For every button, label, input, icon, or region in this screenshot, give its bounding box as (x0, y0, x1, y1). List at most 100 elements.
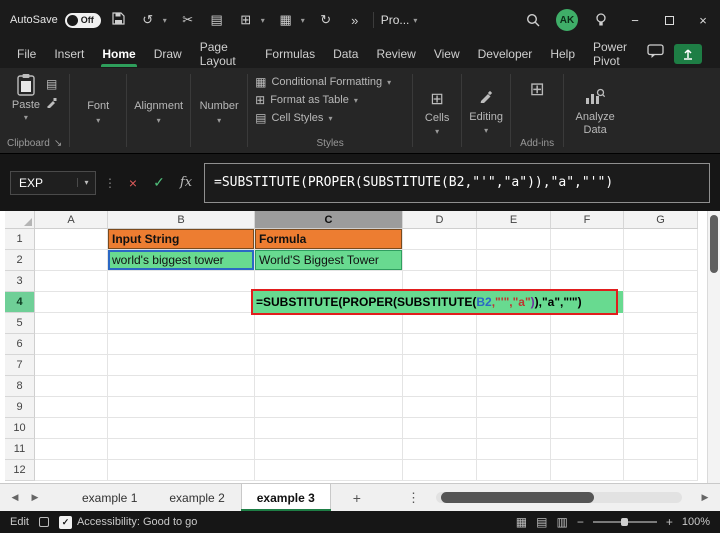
add-sheet-icon[interactable]: + (353, 490, 361, 506)
horizontal-scrollbar[interactable] (436, 492, 682, 503)
row-header-4[interactable]: 4 (5, 292, 35, 313)
cell-G8[interactable] (624, 376, 698, 397)
cell-E8[interactable] (477, 376, 551, 397)
cell-F11[interactable] (551, 439, 624, 460)
formula-bar-handle-icon[interactable]: ⋮ (104, 176, 116, 190)
insert-function-icon[interactable]: fx (176, 175, 196, 190)
page-layout-view-icon[interactable]: ▤ (536, 515, 547, 529)
sheet-tab-example-1[interactable]: example 1 (66, 484, 153, 511)
copy-icon[interactable]: ▤ (46, 77, 57, 91)
avatar[interactable]: AK (556, 9, 578, 31)
cell-B1[interactable]: Input String (108, 229, 255, 250)
save-icon[interactable] (108, 12, 130, 28)
row-header-11[interactable]: 11 (5, 439, 35, 460)
enter-icon[interactable]: ✓ (150, 174, 168, 191)
cell-B6[interactable] (108, 334, 255, 355)
cell-G7[interactable] (624, 355, 698, 376)
cell-D5[interactable] (403, 313, 477, 334)
menu-item-draw[interactable]: Draw (145, 41, 191, 67)
cell-E1[interactable] (477, 229, 551, 250)
cell-F9[interactable] (551, 397, 624, 418)
cell-D12[interactable] (403, 460, 477, 481)
zoom-slider[interactable] (593, 517, 657, 527)
editing-group[interactable]: Editing ▾ (462, 68, 510, 153)
cell-G6[interactable] (624, 334, 698, 355)
cell-D8[interactable] (403, 376, 477, 397)
next-sheet-icon[interactable]: ▶ (28, 492, 42, 503)
scroll-right-icon[interactable]: ▶ (698, 492, 712, 503)
macro-record-icon[interactable] (39, 517, 49, 527)
cell-B4[interactable] (108, 292, 255, 313)
column-header-c[interactable]: C (255, 211, 403, 229)
column-header-f[interactable]: F (551, 211, 624, 229)
lightbulb-icon[interactable] (584, 13, 618, 27)
paste-options-icon[interactable]: ▤ (206, 12, 228, 28)
row-header-1[interactable]: 1 (5, 229, 35, 250)
cut-icon[interactable]: ✂ (177, 12, 199, 28)
cell-B3[interactable] (108, 271, 255, 292)
undo-caret-icon[interactable]: ▾ (160, 16, 170, 25)
cell-D6[interactable] (403, 334, 477, 355)
merge-cells-icon[interactable]: ▦ (275, 12, 297, 28)
cell-G10[interactable] (624, 418, 698, 439)
redo-icon[interactable]: ↻ (315, 12, 337, 28)
cell-D11[interactable] (403, 439, 477, 460)
cell-C10[interactable] (255, 418, 403, 439)
cell-A9[interactable] (35, 397, 108, 418)
cell-G9[interactable] (624, 397, 698, 418)
cell-B11[interactable] (108, 439, 255, 460)
cell-D7[interactable] (403, 355, 477, 376)
menu-item-page-layout[interactable]: Page Layout (191, 34, 256, 74)
column-header-g[interactable]: G (624, 211, 698, 229)
zoom-out-icon[interactable]: − (577, 515, 584, 529)
cell-F5[interactable] (551, 313, 624, 334)
dialog-launcher-icon[interactable]: ↘ (54, 138, 62, 149)
row-header-9[interactable]: 9 (5, 397, 35, 418)
cell-C11[interactable] (255, 439, 403, 460)
row-header-3[interactable]: 3 (5, 271, 35, 292)
column-header-a[interactable]: A (35, 211, 108, 229)
cell-C7[interactable] (255, 355, 403, 376)
more-commands-icon[interactable]: » (344, 13, 366, 28)
cell-A12[interactable] (35, 460, 108, 481)
cell-E6[interactable] (477, 334, 551, 355)
cell-A1[interactable] (35, 229, 108, 250)
page-break-view-icon[interactable]: ▥ (556, 515, 567, 529)
alignment-group[interactable]: Alignment ▾ (127, 68, 190, 153)
menu-item-home[interactable]: Home (93, 41, 144, 67)
menu-item-formulas[interactable]: Formulas (256, 41, 324, 67)
menu-item-power-pivot[interactable]: Power Pivot (584, 34, 647, 74)
accessibility-status[interactable]: ✓ Accessibility: Good to go (59, 516, 197, 529)
cell-A7[interactable] (35, 355, 108, 376)
cell-G4[interactable] (624, 292, 698, 313)
cell-E11[interactable] (477, 439, 551, 460)
zoom-in-icon[interactable]: + (666, 515, 673, 529)
formula-input[interactable]: =SUBSTITUTE(PROPER(SUBSTITUTE(B2,"'","a"… (204, 163, 710, 203)
tab-menu-icon[interactable]: ⋮ (407, 490, 420, 506)
cells-group[interactable]: ⊞ Cells ▾ (413, 68, 461, 153)
cancel-icon[interactable]: × (124, 175, 142, 191)
cell-D2[interactable] (403, 250, 477, 271)
cell-E7[interactable] (477, 355, 551, 376)
comments-icon[interactable] (647, 44, 664, 64)
cell-F1[interactable] (551, 229, 624, 250)
font-group[interactable]: Font ▾ (70, 68, 126, 153)
prev-sheet-icon[interactable]: ◀ (8, 492, 22, 503)
cell-F8[interactable] (551, 376, 624, 397)
cell-E2[interactable] (477, 250, 551, 271)
menu-item-developer[interactable]: Developer (469, 41, 542, 67)
cell-C9[interactable] (255, 397, 403, 418)
cell-C6[interactable] (255, 334, 403, 355)
workbook-title-button[interactable]: Pro... ▾ (381, 13, 418, 27)
cell-F7[interactable] (551, 355, 624, 376)
cell-B7[interactable] (108, 355, 255, 376)
cell-C5[interactable] (255, 313, 403, 334)
cell-A8[interactable] (35, 376, 108, 397)
merge-caret-icon[interactable]: ▾ (298, 16, 308, 25)
cell-E12[interactable] (477, 460, 551, 481)
cell-F6[interactable] (551, 334, 624, 355)
cell-A5[interactable] (35, 313, 108, 334)
cell-E5[interactable] (477, 313, 551, 334)
cell-A4[interactable] (35, 292, 108, 313)
horizontal-scrollbar-thumb[interactable] (441, 492, 594, 503)
